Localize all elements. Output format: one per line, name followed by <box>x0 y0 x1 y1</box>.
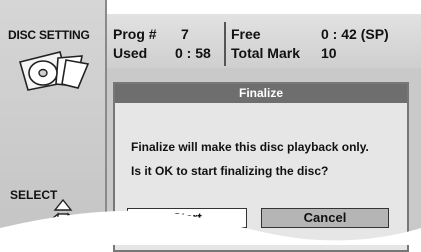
cancel-button[interactable]: Cancel <box>261 208 389 228</box>
sidebar-title: DISC SETTING <box>8 28 90 42</box>
used-label: Used <box>113 45 148 61</box>
disc-setting-screen: DISC SETTING SELECT ENTER Prog # 7 Used … <box>0 0 421 252</box>
total-mark-label: Total Mark <box>231 45 300 61</box>
free-label: Free <box>231 26 261 42</box>
disc-stack-icon <box>19 51 90 91</box>
dialog-message-line2: Is it OK to start finalizing the disc? <box>131 164 329 178</box>
four-way-arrow-icon <box>46 198 80 232</box>
total-mark-value: 10 <box>321 45 337 61</box>
prog-value: 7 <box>181 26 189 42</box>
finalize-dialog: Finalize Finalize will make this disc pl… <box>113 82 409 252</box>
prog-label: Prog # <box>113 26 157 42</box>
dialog-header: Finalize <box>115 84 407 103</box>
dialog-title: Finalize <box>238 86 283 100</box>
disc-info-bar: Prog # 7 Used 0 : 58 Free 0 : 42 (SP) To… <box>107 14 421 68</box>
start-button[interactable]: Start <box>127 208 247 228</box>
enter-label: ENTER <box>10 232 51 246</box>
free-value: 0 : 42 (SP) <box>321 26 389 42</box>
dialog-message-line1: Finalize will make this disc playback on… <box>131 140 369 154</box>
used-value: 0 : 58 <box>175 45 211 61</box>
info-divider <box>224 22 226 66</box>
sidebar: DISC SETTING SELECT ENTER <box>0 0 107 246</box>
